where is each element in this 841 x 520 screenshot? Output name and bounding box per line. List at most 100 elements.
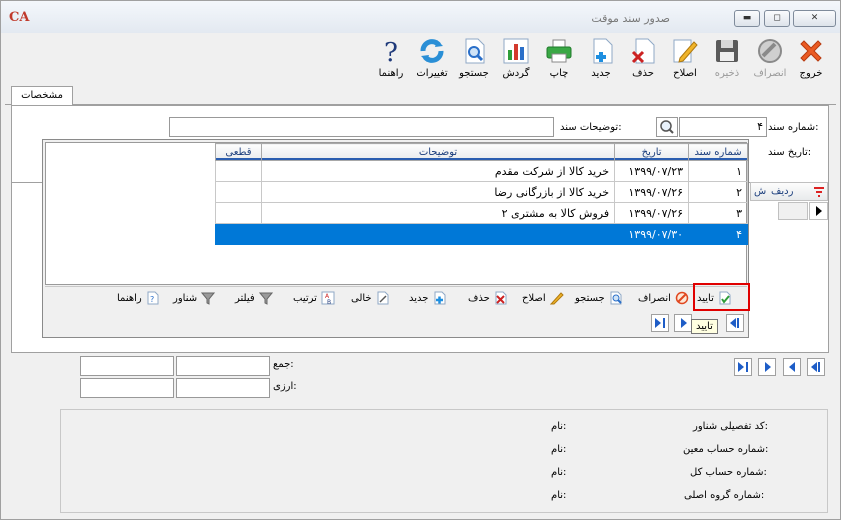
tab-details[interactable]: مشخصات (11, 86, 73, 105)
sort-button[interactable]: ترتیب AB (293, 291, 335, 309)
sort-label: ترتیب (293, 293, 317, 304)
save-label: ذخیره (714, 68, 740, 79)
lookup-cancel-button[interactable]: انصراف (638, 291, 689, 309)
svg-text:?: ? (384, 38, 398, 66)
currency-label: ارزی: (273, 381, 297, 392)
filter-red-icon[interactable] (813, 186, 825, 198)
description-input[interactable] (169, 117, 554, 137)
tab-strip: مشخصات (5, 85, 836, 105)
table-row[interactable]: خرید کالا از شرکت مقدم ۱۳۹۹/۰۷/۲۳ ۱ (215, 160, 748, 182)
prev-icon (789, 362, 795, 372)
delete-doc-icon (628, 36, 658, 66)
first-arrow-icon (811, 362, 817, 372)
doc-number-input[interactable]: ۴ (679, 117, 767, 137)
magnifier-icon (660, 120, 674, 134)
main-nav-prev-button[interactable] (783, 358, 801, 376)
minimize-button[interactable]: ▬ (734, 10, 760, 27)
print-button[interactable]: چاپ (539, 36, 579, 84)
filter-label: فیلتر (235, 293, 255, 304)
sum-field-2[interactable] (80, 356, 174, 376)
doc-number-cell: ۴ (688, 223, 748, 245)
column-date[interactable]: تاریخ (614, 143, 690, 161)
main-nav-first-button[interactable] (807, 358, 825, 376)
nav-first-button[interactable] (726, 314, 744, 332)
column-description[interactable]: توضیحات (260, 143, 616, 161)
delete-label: حذف (632, 68, 654, 79)
maximize-button[interactable]: ◻ (764, 10, 790, 27)
search-icon (610, 291, 622, 305)
doc-number-cell: ۳ (688, 202, 748, 224)
pencil-icon (670, 36, 700, 66)
lookup-edit-label: اصلاح (522, 293, 546, 304)
description-label: توضیحات سند: (560, 122, 622, 133)
final-cell (215, 202, 262, 224)
close-window-button[interactable]: ✕ (793, 10, 836, 27)
detail-code-label: کد تفصیلی شناور: (693, 421, 769, 432)
sum-field-1[interactable] (176, 356, 270, 376)
search-button[interactable]: جستجو (454, 36, 494, 84)
refresh-icon (417, 36, 447, 66)
lookup-search-label: جستجو (575, 293, 605, 304)
float-label: شناور (173, 293, 198, 304)
row-pointer-icon (816, 206, 822, 216)
lookup-delete-button[interactable]: حذف (468, 291, 508, 309)
printer-icon (544, 36, 574, 66)
empty-doc-icon (377, 291, 389, 305)
new-button[interactable]: جدید (581, 36, 621, 84)
empty-button[interactable]: خالی (351, 291, 390, 309)
lookup-cancel-label: انصراف (638, 293, 671, 304)
changes-button[interactable]: تغییرات (412, 36, 452, 84)
pencil-icon (549, 292, 564, 305)
currency-field-2[interactable] (80, 378, 174, 398)
print-label: چاپ (549, 68, 569, 79)
last-arrow-icon (655, 318, 661, 328)
group-name-label: نام: (551, 490, 567, 501)
table-row-selected[interactable]: ۱۳۹۹/۰۷/۳۰ ۴ (215, 223, 748, 245)
edit-button[interactable]: اصلاح (665, 36, 705, 84)
help-button[interactable]: ? راهنما (371, 36, 411, 84)
final-cell (215, 160, 262, 182)
lookup-edit-button[interactable]: اصلاح (522, 291, 564, 309)
doc-number-cell: ۲ (688, 181, 748, 203)
float-button[interactable]: شناور (173, 291, 216, 309)
lookup-help-button[interactable]: راهنما ? (117, 291, 160, 309)
date-cell: ۱۳۹۹/۰۷/۲۳ (614, 160, 690, 182)
moein-account-label: شماره حساب معین: (683, 444, 769, 455)
column-doc-number[interactable]: شماره سند (688, 143, 748, 161)
delete-icon (495, 291, 507, 305)
doc-date-label: تاریخ سند: (768, 147, 812, 158)
disk-icon (712, 36, 742, 66)
filter-button[interactable]: فیلتر (235, 291, 273, 309)
exit-button[interactable]: خروج (791, 36, 831, 84)
main-nav-next-button[interactable] (758, 358, 776, 376)
question-icon: ? (376, 36, 406, 68)
nav-next-button[interactable] (674, 314, 692, 332)
svg-text:B: B (327, 299, 331, 305)
turnover-button[interactable]: گردش (496, 36, 536, 84)
sum-label: جمع: (273, 359, 294, 370)
doc-search-button[interactable] (656, 117, 678, 137)
cancel-icon (675, 291, 689, 305)
lookup-help-label: راهنما (117, 293, 142, 304)
main-nav-last-button[interactable] (734, 358, 752, 376)
currency-field-1[interactable] (176, 378, 270, 398)
final-cell (215, 181, 262, 203)
nav-last-button[interactable] (651, 314, 669, 332)
column-final[interactable]: قطعی (215, 143, 262, 161)
lookup-new-button[interactable]: جدید (409, 291, 447, 309)
exit-label: خروج (799, 68, 823, 79)
partial-column-header: ش (754, 186, 767, 197)
table-row[interactable]: فروش کالا به مشتری ۲ ۱۳۹۹/۰۷/۲۶ ۳ (215, 202, 748, 224)
cancel-icon (755, 36, 785, 66)
sort-icon: AB (321, 291, 335, 305)
funnel-icon (201, 292, 216, 305)
new-label: جدید (591, 68, 611, 79)
lookup-search-button[interactable]: جستجو (575, 291, 623, 309)
save-button[interactable]: ذخیره (707, 36, 747, 84)
delete-button[interactable]: حذف (623, 36, 663, 84)
doc-number-label: شماره سند: (768, 122, 819, 133)
search-label: جستجو (459, 68, 489, 79)
document-lookup-popup: قطعی توضیحات تاریخ شماره سند خرید کالا ا… (42, 139, 749, 338)
cancel-button[interactable]: انصراف (750, 36, 790, 84)
table-row[interactable]: خرید کالا از بازرگانی رضا ۱۳۹۹/۰۷/۲۶ ۲ (215, 181, 748, 203)
